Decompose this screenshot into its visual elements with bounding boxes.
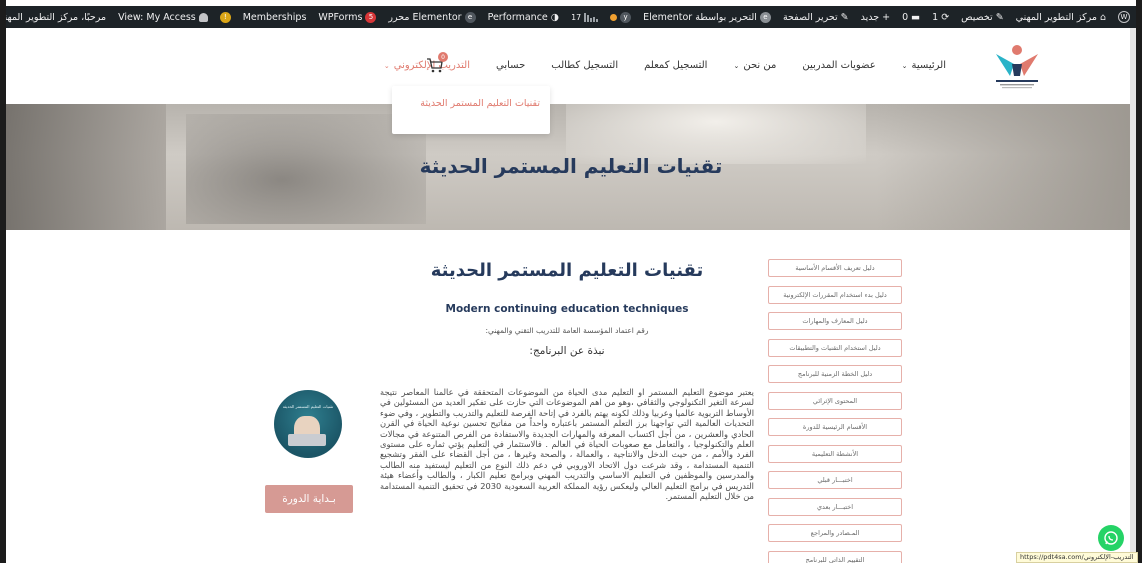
course-description: يعتبر موضوع التعليم المستمر او التعليم م… — [380, 387, 754, 502]
sidebar-link[interactable]: دليل بدء استخدام المقررات الإلكترونية — [768, 285, 902, 304]
edit-elementor-label: التحرير بواسطة Elementor — [643, 11, 757, 23]
start-course-button[interactable]: بـداية الدورة — [265, 485, 353, 513]
wpforms-menu[interactable]: 5 WPForms — [312, 6, 382, 28]
site-logo[interactable] — [990, 42, 1044, 90]
updates-count: 1 — [932, 11, 939, 23]
course-title: تقنيات التعليم المستمر الحديثة — [430, 260, 704, 281]
nav-trainer-memberships[interactable]: عضويات المدربين — [802, 60, 875, 71]
nav-register-student[interactable]: التسجيل كطالب — [551, 60, 618, 71]
comment-icon: ▬ — [911, 11, 921, 23]
nav-register-student-label: التسجيل كطالب — [551, 60, 619, 71]
elementor-editor-label: Elementor محرر — [388, 11, 462, 23]
main-nav: الرئيسية ⌄ عضويات المدربين من نحن ⌄ التسجي… — [384, 60, 946, 71]
sidebar-link[interactable]: دليل المعارف والمهارات — [768, 312, 902, 330]
memberships-menu[interactable]: Memberships — [237, 6, 313, 28]
chevron-down-icon: ⌄ — [901, 61, 908, 70]
nav-trainer-memberships-label: عضويات المدربين — [802, 60, 876, 71]
page-scrollbar[interactable] — [1130, 28, 1136, 563]
plus-icon: + — [882, 11, 891, 23]
edit-page-link[interactable]: ✎ تحرير الصفحة — [777, 6, 855, 28]
hero-title: تقنيات التعليم المستمر الحديثة — [419, 154, 723, 178]
sidebar-link[interactable]: اختبـــار بعدي — [768, 497, 902, 516]
about-heading: نبذة عن البرنامج: — [529, 345, 605, 357]
view-access-label: View: My Access — [118, 11, 196, 23]
sidebar-link[interactable]: اختبـــار قبلي — [768, 471, 902, 489]
course-title-english: Modern continuing education techniques — [445, 303, 689, 315]
sidebar-link[interactable]: الأقسام الرئيسية للدورة — [768, 418, 902, 436]
site-name-label: مركز التطوير المهني — [1015, 11, 1097, 23]
updates-link[interactable]: ⟳ 1 — [926, 6, 955, 28]
chevron-down-icon: ⌄ — [383, 61, 390, 70]
nav-about-label: من نحن — [743, 60, 777, 71]
nav-register-teacher-label: التسجيل كمعلم — [644, 60, 708, 71]
elementor-e-icon: e — [464, 11, 476, 23]
nav-home-label: الرئيسية — [911, 60, 946, 71]
hero-banner: تقنيات التعليم المستمر الحديثة — [6, 104, 1136, 230]
site-name-menu[interactable]: ⌂ مركز التطوير المهني — [1010, 6, 1112, 28]
sidebar-link[interactable]: التقييم الذاتي للبرنامج — [768, 550, 902, 563]
nav-my-account-label: حسابي — [495, 60, 526, 71]
sidebar-link[interactable]: دليل تعريف الأقسام الأساسية — [768, 259, 902, 277]
new-label: جديد — [860, 11, 880, 23]
notice-icon: ! — [219, 11, 231, 23]
wp-logo-menu[interactable]: W — [1112, 6, 1136, 28]
comments-count: 0 — [902, 11, 909, 23]
course-thumbnail: تقنيات التعليم المستمر الحديثة — [274, 390, 342, 458]
customize-label: تخصيص — [961, 11, 993, 23]
sidebar-link[interactable]: الأنشطة التعليمية — [768, 444, 902, 463]
e-training-dropdown: تقنيات التعليم المستمر الحديثة — [392, 86, 550, 134]
wpforms-label: WPForms — [318, 11, 363, 23]
site-header: الرئيسية ⌄ عضويات المدربين من نحن ⌄ التسجي… — [6, 28, 1136, 104]
refresh-icon: ⟳ — [941, 11, 950, 23]
course-thumbnail-caption: تقنيات التعليم المستمر الحديثة — [282, 404, 334, 409]
seo-icon: y — [620, 11, 632, 23]
elementor-icon: e — [759, 11, 771, 23]
view-access-menu[interactable]: View: My Access — [112, 6, 214, 28]
accreditation-text: رقم اعتماد المؤسسة العامة للتدريب التقني… — [485, 326, 649, 335]
pencil-icon: ✎ — [840, 11, 849, 23]
sidebar-link[interactable]: دليل الخطة الزمنية للبرنامج — [768, 365, 902, 383]
home-icon: ⌂ — [1099, 11, 1106, 23]
sidebar-link[interactable]: المـصادر والمراجع — [768, 524, 902, 542]
elementor-editor-link[interactable]: e Elementor محرر — [382, 6, 481, 28]
nav-about[interactable]: من نحن ⌄ — [733, 60, 776, 71]
gauge-icon: ◑ — [550, 11, 560, 23]
memberships-label: Memberships — [242, 11, 307, 23]
dropdown-item-course[interactable]: تقنيات التعليم المستمر الحديثة — [420, 96, 540, 112]
edit-elementor-link[interactable]: e التحرير بواسطة Elementor — [637, 6, 777, 28]
course-sidebar: دليل تعريف الأقسام الأساسية دليل بدء است… — [768, 259, 902, 563]
wp-admin-bar: W ⌂ مركز التطوير المهني ✎ تخصيص ⟳ 1 ▬ 0 + جدي… — [6, 6, 1136, 28]
comments-link[interactable]: ▬ 0 — [896, 6, 926, 28]
whatsapp-icon — [1104, 531, 1118, 545]
new-content-menu[interactable]: + جديد — [855, 6, 896, 28]
my-account-menu[interactable]: مرحبًا، مركز التطوير المهني للتدريب✓ — [6, 6, 112, 28]
analytics-menu[interactable]: 17 — [565, 6, 604, 28]
seo-menu[interactable]: y — [604, 6, 637, 28]
whatsapp-button[interactable] — [1098, 525, 1124, 551]
user-icon — [198, 12, 208, 22]
sidebar-link[interactable]: دليل استخدام التقنيات والتطبيقات — [768, 338, 902, 357]
laptop-figure — [288, 434, 326, 446]
nav-register-teacher[interactable]: التسجيل كمعلم — [644, 60, 707, 71]
course-main-content: تقنيات التعليم المستمر الحديثة Modern co… — [380, 258, 754, 501]
nav-home[interactable]: الرئيسية ⌄ — [902, 60, 946, 71]
wordpress-icon: W — [1118, 11, 1130, 23]
status-dot-icon — [610, 13, 618, 21]
wpforms-count: 5 — [365, 11, 377, 23]
sidebar-link[interactable]: المحتوى الإثرائي — [768, 391, 902, 410]
customize-link[interactable]: ✎ تخصيص — [955, 6, 1010, 28]
notices-menu[interactable]: ! — [214, 6, 237, 28]
performance-label: Performance — [487, 11, 548, 23]
nav-my-account[interactable]: حسابي — [496, 60, 525, 71]
bar-chart-icon — [584, 12, 599, 22]
chevron-down-icon: ⌄ — [733, 61, 740, 70]
howdy-label: مرحبًا، مركز التطوير المهني للتدريب — [6, 11, 107, 23]
analytics-count: 17 — [571, 12, 582, 22]
cart-count-badge: 0 — [438, 52, 448, 62]
performance-menu[interactable]: ◑ Performance — [482, 6, 566, 28]
edit-page-label: تحرير الصفحة — [782, 11, 838, 23]
brush-icon: ✎ — [995, 11, 1004, 23]
status-bar-url: https://pdt4sa.com/التدريب-الإلكتروني — [1016, 552, 1138, 563]
